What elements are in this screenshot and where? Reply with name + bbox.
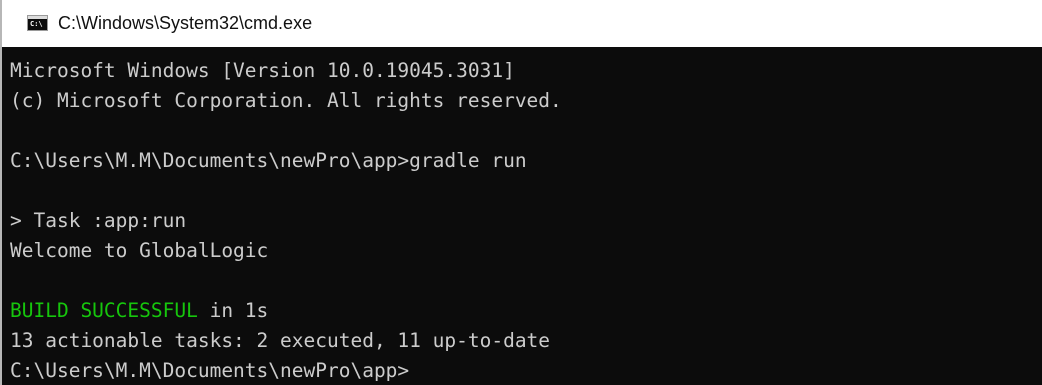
console-line-task: > Task :app:run [10,209,187,232]
console-line-task-summary: 13 actionable tasks: 2 executed, 11 up-t… [10,329,551,352]
build-status: BUILD SUCCESSFUL [10,299,198,322]
window-title: C:\Windows\System32\cmd.exe [58,13,313,33]
console-prompt[interactable]: C:\Users\M.M\Documents\newPro\app> [10,356,409,385]
cmd-icon-glyph: C:\ [30,20,43,28]
console-line-command: C:\Users\M.M\Documents\newPro\app>gradle… [10,149,527,172]
console-line-program-output: Welcome to GlobalLogic [10,239,269,262]
console-line-copyright: (c) Microsoft Corporation. All rights re… [10,89,562,112]
title-bar[interactable]: C:\ C:\Windows\System32\cmd.exe [0,0,1042,47]
console-output[interactable]: Microsoft Windows [Version 10.0.19045.30… [2,47,1042,385]
build-time: in 1s [197,299,269,322]
window-border [0,0,2,385]
cmd-window: C:\ C:\Windows\System32\cmd.exe Microsof… [0,0,1042,385]
cmd-icon[interactable]: C:\ [27,15,48,31]
console-line-version: Microsoft Windows [Version 10.0.19045.30… [10,59,515,82]
console-line-build-result: BUILD SUCCESSFUL in 1s [10,296,268,326]
